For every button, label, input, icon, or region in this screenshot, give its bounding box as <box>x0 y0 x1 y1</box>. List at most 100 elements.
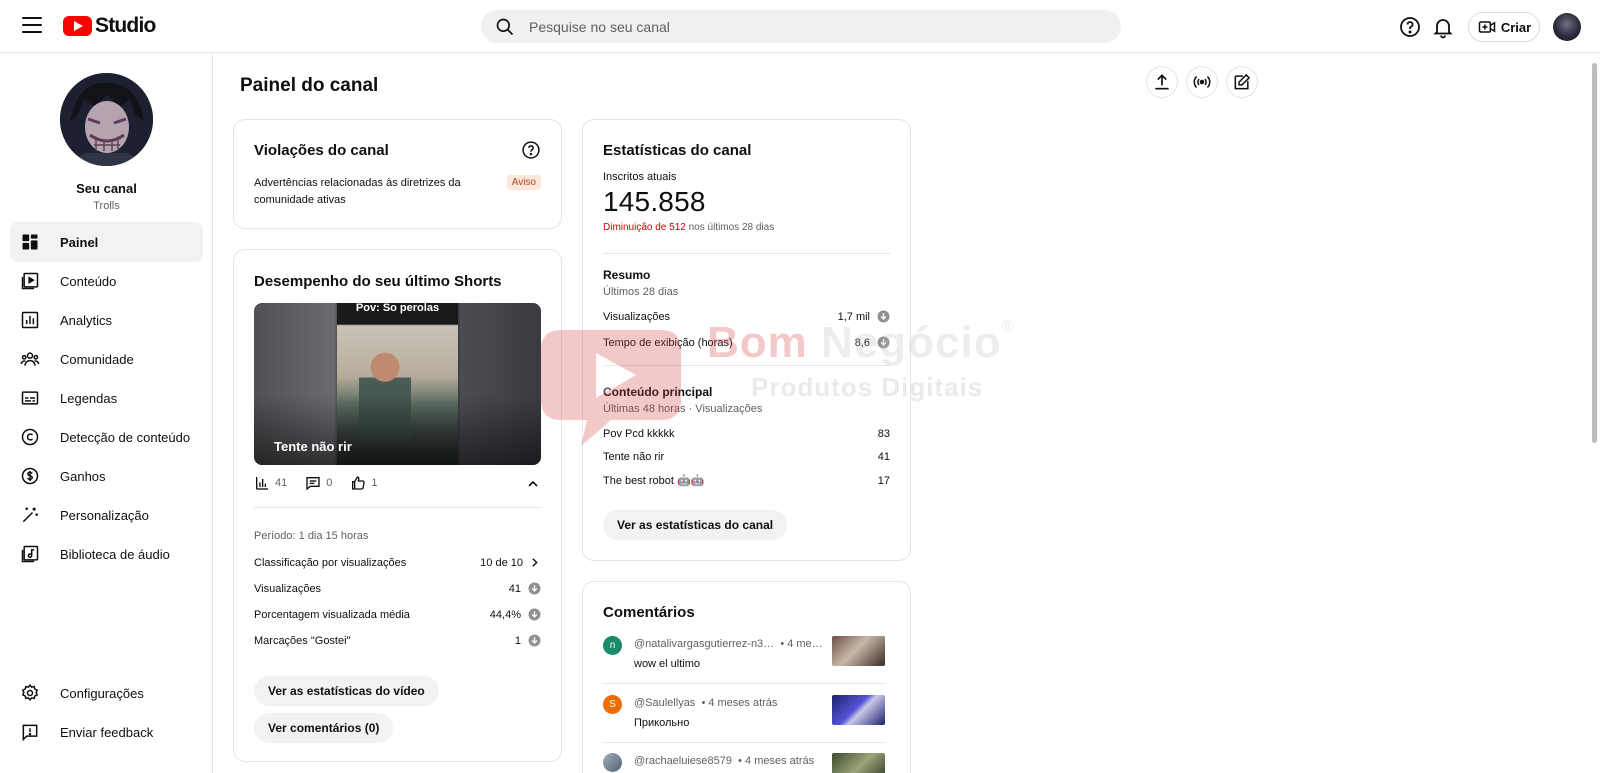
comment-video-thumbnail[interactable] <box>832 636 885 666</box>
bar-chart-icon <box>256 477 268 490</box>
sidebar-item-feedback[interactable]: Enviar feedback <box>10 712 203 752</box>
channel-stats-button[interactable]: Ver as estatísticas do canal <box>603 510 788 540</box>
comment-item[interactable]: @rachaeluiese8579 • 4 meses atrás <box>603 753 885 773</box>
violations-title: Violações do canal <box>254 142 389 159</box>
comment-author[interactable]: @Saulellyas <box>634 697 695 709</box>
upload-icon <box>1155 74 1169 90</box>
stat-label: Visualizações <box>603 310 671 323</box>
video-stats-button[interactable]: Ver as estatísticas do vídeo <box>254 676 439 706</box>
subtitles-icon <box>21 391 39 405</box>
comment-author[interactable]: @natalivargasgutierrez-n3… <box>634 638 774 650</box>
comment-video-thumbnail[interactable] <box>832 695 885 725</box>
video-title: Pov Pcd kkkkk <box>603 428 675 440</box>
registered-mark: ® <box>1001 318 1015 335</box>
video-views: 17 <box>877 474 890 487</box>
scrollbar-thumb[interactable] <box>1592 63 1597 443</box>
youtube-logo-icon <box>63 16 92 36</box>
video-title: The best robot 🤖🤖 <box>603 475 705 487</box>
sidebar-item-label: Ganhos <box>60 468 106 484</box>
top-content-row[interactable]: The best robot 🤖🤖 17 <box>603 474 890 488</box>
comment-author[interactable]: @rachaeluiese8579 <box>634 755 732 767</box>
stat-label: Marcações "Gostei" <box>254 634 351 647</box>
sidebar-item-earnings[interactable]: Ganhos <box>10 456 203 496</box>
comment-item[interactable]: S @Saulellyas • 4 meses atrás Прикольно <box>603 695 885 735</box>
create-post-button[interactable] <box>1226 66 1258 98</box>
thumbs-up-icon <box>352 476 366 490</box>
channel-avatar-image <box>60 73 153 166</box>
notifications-bell-icon[interactable] <box>1431 15 1455 39</box>
video-views: 83 <box>877 428 890 440</box>
dashboard-icon <box>22 234 38 250</box>
edit-icon <box>1234 73 1251 90</box>
upload-button[interactable] <box>1146 66 1178 98</box>
sidebar: Seu canal Trolls Painel Conteúdo Analyti… <box>0 54 213 773</box>
commenter-avatar: n <box>603 636 622 655</box>
shorts-thumbnail[interactable]: Pov: So perolas Tente não rir <box>254 303 541 465</box>
sidebar-item-content[interactable]: Conteúdo <box>10 261 203 301</box>
sidebar-item-community[interactable]: Comunidade <box>10 339 203 379</box>
search-input[interactable] <box>529 18 1089 35</box>
page-scrollbar[interactable] <box>1589 55 1600 773</box>
sidebar-item-audio-library[interactable]: Biblioteca de áudio <box>10 534 203 574</box>
top-content-row[interactable]: Pov Pcd kkkkk 83 <box>603 428 890 440</box>
sidebar-item-dashboard[interactable]: Painel <box>10 222 203 262</box>
avg-percentage-row: Porcentagem visualizada média 44,4% <box>254 608 541 621</box>
likes-row: Marcações "Gostei" 1 <box>254 634 541 647</box>
stat-value: 8,6 <box>854 336 870 349</box>
sidebar-item-label: Detecção de conteúdo <box>60 429 191 445</box>
help-icon[interactable] <box>1398 15 1422 39</box>
summary-watchtime-row: Tempo de exibição (horas) 8,6 <box>603 336 890 349</box>
stat-value: 1,7 mil <box>837 310 870 323</box>
sidebar-item-label: Personalização <box>60 507 149 523</box>
feedback-icon <box>22 724 38 742</box>
ranking-row[interactable]: Classificação por visualizações 10 de 10 <box>254 556 541 569</box>
page-title: Painel do canal <box>240 75 379 96</box>
sidebar-item-analytics[interactable]: Analytics <box>10 300 203 340</box>
copyright-icon <box>21 428 39 446</box>
thumbnail-top-text: Pov: So perolas <box>355 303 440 314</box>
top-content-subtitle: Últimas 48 horas · Visualizações <box>603 403 763 415</box>
channel-avatar[interactable] <box>60 73 153 166</box>
subscriber-change: Diminuição de 512 nos últimos 28 dias <box>603 222 774 233</box>
divider <box>254 507 541 508</box>
stat-label: Visualizações <box>254 582 322 595</box>
community-icon <box>20 352 40 366</box>
go-live-button[interactable] <box>1186 66 1218 98</box>
stat-label: Tempo de exibição (horas) <box>603 336 733 349</box>
channel-stats-card: Estatísticas do canal Inscritos atuais 1… <box>582 119 911 561</box>
help-icon[interactable] <box>521 140 541 160</box>
summary-title: Resumo <box>603 268 651 282</box>
divider <box>603 365 890 366</box>
shorts-title: Desempenho do seu último Shorts <box>254 273 502 290</box>
arrow-down-circle-icon <box>528 582 541 595</box>
create-button[interactable]: Criar <box>1468 12 1540 42</box>
comment-text: wow el ultimo <box>634 658 701 670</box>
view-comments-button[interactable]: Ver comentários (0) <box>254 713 394 743</box>
analytics-icon <box>21 311 39 329</box>
youtube-studio-logo[interactable]: Studio <box>63 14 156 38</box>
summary-subtitle: Últimos 28 dias <box>603 286 679 298</box>
channel-violations-card: Violações do canal Advertências relacion… <box>233 119 562 229</box>
comment-item[interactable]: n @natalivargasgutierrez-n3… • 4 me… wow… <box>603 636 885 676</box>
comments-card: Comentários n @natalivargasgutierrez-n3…… <box>582 581 911 773</box>
summary-views-row: Visualizações 1,7 mil <box>603 310 890 323</box>
sidebar-item-customization[interactable]: Personalização <box>10 495 203 535</box>
search-bar[interactable] <box>481 10 1121 43</box>
sidebar-item-label: Comunidade <box>60 351 134 367</box>
thumbnail-gradient <box>254 395 541 465</box>
top-bar: Studio Criar <box>0 0 1600 53</box>
sidebar-item-content-detection[interactable]: Detecção de conteúdo <box>10 417 203 457</box>
magic-wand-icon <box>22 507 38 523</box>
comment-video-thumbnail[interactable] <box>832 753 885 773</box>
stats-title: Estatísticas do canal <box>603 142 752 159</box>
create-button-label: Criar <box>1500 19 1532 35</box>
period-text: Período: 1 dia 15 horas <box>254 530 369 542</box>
violations-description: Advertências relacionadas às diretrizes … <box>254 177 461 206</box>
top-content-row[interactable]: Tente não rir 41 <box>603 451 890 463</box>
chevron-up-icon[interactable] <box>525 476 541 492</box>
account-avatar[interactable] <box>1553 13 1581 41</box>
sidebar-item-subtitles[interactable]: Legendas <box>10 378 203 418</box>
menu-icon[interactable] <box>22 17 42 33</box>
decline-amount: Diminuição de 512 <box>603 222 686 233</box>
sidebar-item-settings[interactable]: Configurações <box>10 673 203 713</box>
